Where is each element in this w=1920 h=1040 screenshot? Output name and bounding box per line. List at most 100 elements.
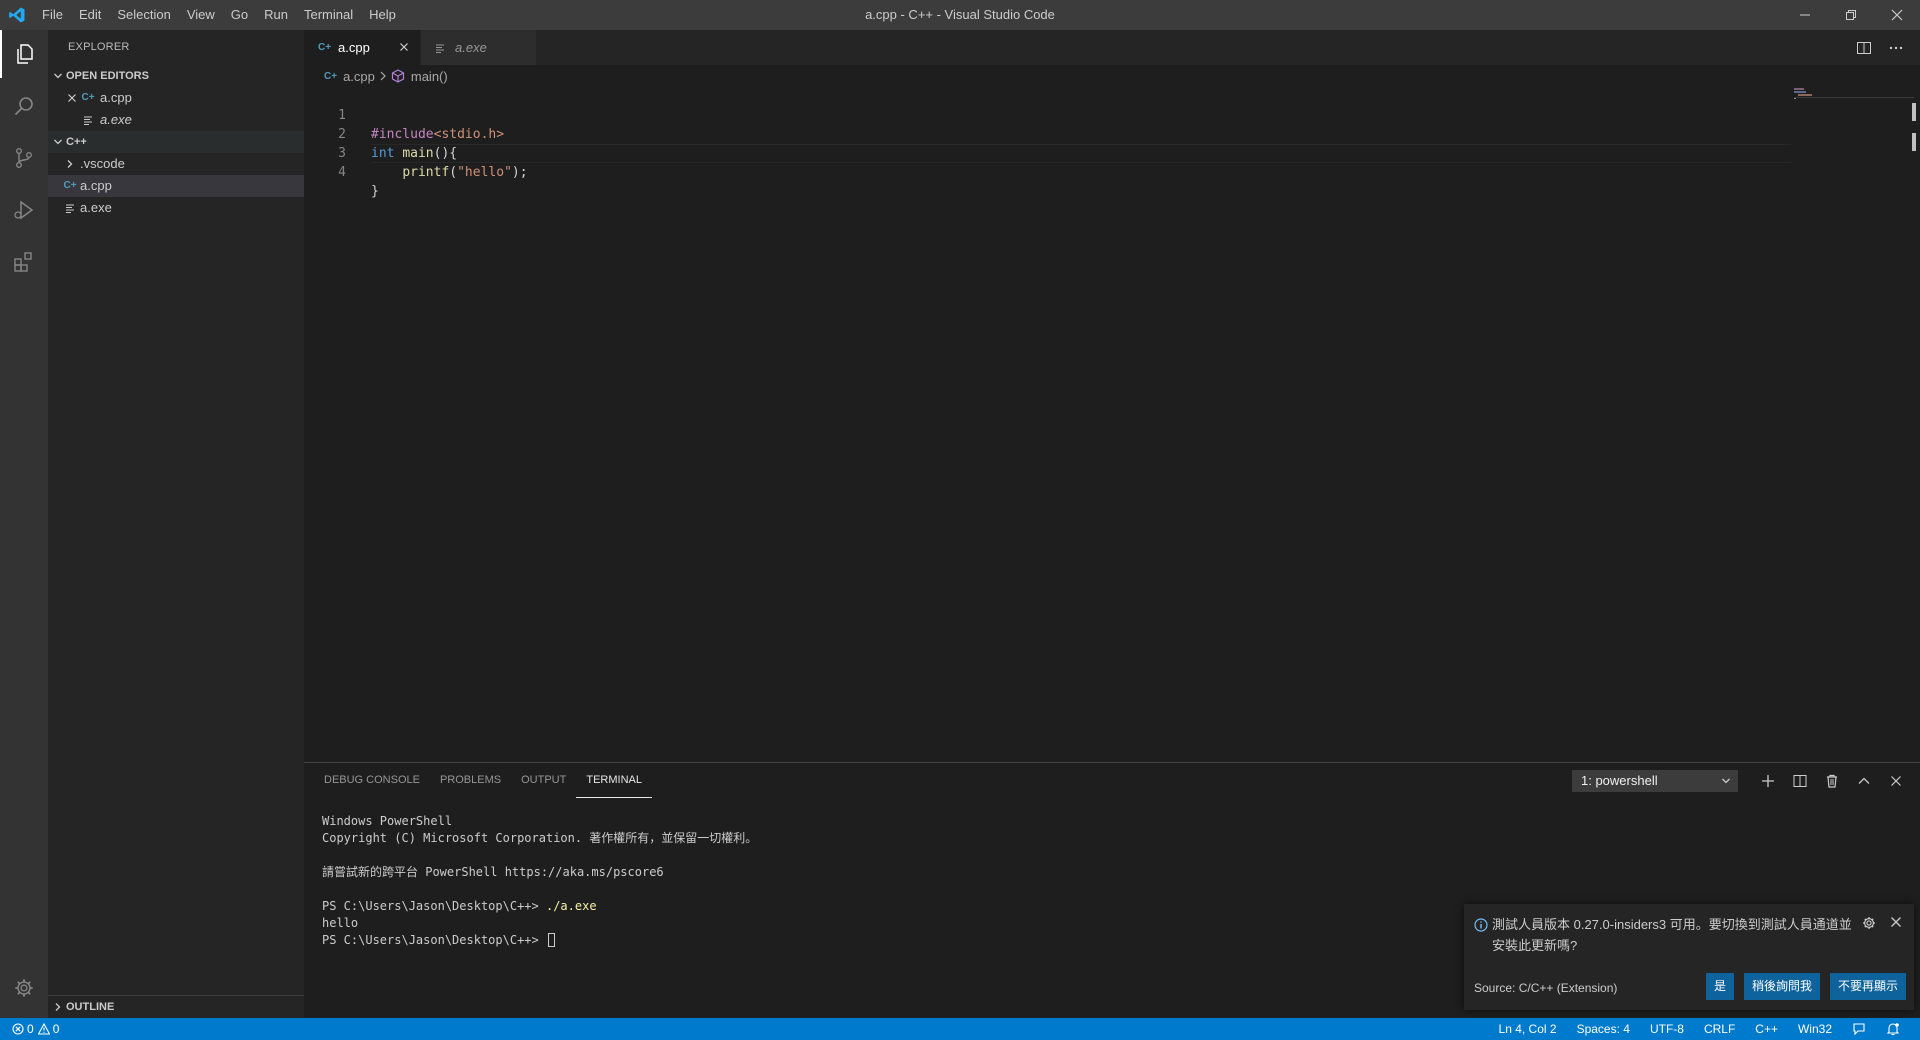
split-editor-button[interactable] [1848, 30, 1880, 65]
close-icon[interactable] [64, 87, 80, 109]
tab-debug-console[interactable]: DEBUG CONSOLE [314, 763, 430, 798]
menu-view[interactable]: View [179, 0, 223, 30]
vertical-scrollbar[interactable] [1906, 87, 1920, 762]
status-encoding[interactable]: UTF-8 [1640, 1018, 1694, 1040]
close-window-button[interactable] [1874, 0, 1920, 30]
bell-icon [1886, 1023, 1900, 1036]
new-terminal-button[interactable] [1752, 763, 1784, 798]
menu-selection[interactable]: Selection [109, 0, 178, 30]
notifications-button[interactable] [1876, 1022, 1910, 1036]
notification-dont-show-button[interactable]: 不要再顯示 [1829, 973, 1906, 1000]
code-line: 1 #include<stdio.h> [304, 87, 504, 142]
menu-help[interactable]: Help [361, 0, 404, 30]
status-platform[interactable]: Win32 [1788, 1018, 1842, 1040]
status-language[interactable]: C++ [1745, 1018, 1788, 1040]
binary-file-icon [435, 43, 449, 53]
open-editors-label: OPEN EDITORS [66, 70, 149, 82]
notification-settings-button[interactable] [1862, 916, 1876, 933]
info-icon [1474, 918, 1488, 935]
more-actions-button[interactable] [1880, 30, 1912, 65]
open-editor-label: a.cpp [100, 90, 132, 105]
header-token: <stdio.h> [433, 127, 505, 142]
update-notification: 測試人員版本 0.27.0-insiders3 可用。要切換到測試人員通道並安裝… [1464, 904, 1914, 1010]
activity-explorer[interactable] [0, 30, 48, 78]
feedback-icon [1853, 1023, 1865, 1036]
maximize-panel-button[interactable] [1848, 763, 1880, 798]
terminal-select[interactable]: 1: powershell [1572, 769, 1738, 792]
notification-yes-button[interactable]: 是 [1705, 973, 1734, 1000]
notification-source: Source: C/C++ (Extension) [1474, 981, 1618, 995]
menu-bar: File Edit Selection View Go Run Terminal… [34, 0, 404, 30]
menu-go[interactable]: Go [223, 0, 256, 30]
breadcrumb-file[interactable]: C+ a.cpp [324, 69, 375, 84]
menu-run[interactable]: Run [256, 0, 296, 30]
string-token: "hello" [457, 165, 512, 180]
activity-search[interactable] [0, 82, 48, 130]
close-panel-button[interactable] [1880, 763, 1912, 798]
breadcrumb-symbol[interactable]: main() [391, 69, 448, 84]
menu-file[interactable]: File [34, 0, 71, 30]
outline-header[interactable]: OUTLINE [48, 995, 306, 1018]
chevron-right-icon [50, 996, 66, 1018]
open-editors-header[interactable]: OPEN EDITORS [48, 65, 304, 87]
notification-close-button[interactable] [1890, 916, 1902, 931]
code-editor[interactable]: 1 #include<stdio.h> 2 int main(){ 3 prin… [304, 87, 1920, 762]
menu-terminal[interactable]: Terminal [296, 0, 361, 30]
status-indentation[interactable]: Spaces: 4 [1567, 1018, 1640, 1040]
activity-source-control[interactable] [0, 134, 48, 182]
punct-token: ); [511, 165, 528, 180]
method-cube-icon [391, 69, 405, 83]
activity-run-debug[interactable] [0, 186, 48, 234]
minimize-button[interactable] [1782, 0, 1828, 30]
tab-problems[interactable]: PROBLEMS [430, 763, 511, 798]
ellipsis-icon [1889, 46, 1903, 49]
notification-ask-later-button[interactable]: 稍後詢問我 [1743, 973, 1820, 1000]
tree-item-label: a.exe [80, 200, 112, 215]
cpp-file-icon: C+ [63, 180, 77, 191]
error-icon [12, 1023, 24, 1035]
tab-a-exe[interactable]: a.exe [420, 30, 536, 65]
split-terminal-button[interactable] [1784, 763, 1816, 798]
menu-edit[interactable]: Edit [71, 0, 109, 30]
cpp-file-icon: C+ [324, 70, 338, 82]
scrollbar-marker [1912, 103, 1916, 121]
notification-message: 測試人員版本 0.27.0-insiders3 可用。要切換到測試人員通道並安裝… [1492, 917, 1852, 953]
open-editor-item[interactable]: C+ a.cpp [48, 87, 304, 109]
error-count: 0 [27, 1022, 34, 1036]
punct-token: (){ [433, 146, 458, 161]
tab-a-cpp[interactable]: C+ a.cpp [304, 30, 420, 65]
tab-close-button[interactable] [396, 39, 412, 55]
scrollbar-marker [1912, 133, 1916, 151]
activity-extensions[interactable] [0, 238, 48, 286]
chevron-down-icon [1722, 778, 1730, 783]
folder-header[interactable]: C++ [48, 131, 304, 153]
code-line: 2 int main(){ [304, 106, 457, 161]
terminal-command-line: PS C:\Users\Jason\Desktop\C++> ./a.exe [322, 898, 757, 915]
plus-icon [1762, 774, 1774, 787]
chevron-down-icon [50, 65, 66, 87]
tree-item-a-cpp[interactable]: C+ a.cpp [48, 175, 304, 197]
tree-item-vscode-folder[interactable]: .vscode [48, 153, 304, 175]
cpp-file-icon: C+ [81, 92, 95, 103]
kill-terminal-button[interactable] [1816, 763, 1848, 798]
tab-label: a.cpp [338, 40, 370, 55]
panel-actions: 1: powershell [1572, 763, 1912, 798]
activity-manage[interactable] [0, 964, 48, 1012]
status-problems[interactable]: 0 0 [0, 1022, 59, 1036]
tab-output[interactable]: OUTPUT [511, 763, 576, 798]
minimap[interactable] [1794, 87, 1914, 762]
activity-bar [0, 30, 48, 1018]
chevron-down-icon [50, 131, 66, 153]
search-icon [14, 97, 33, 116]
status-cursor-position[interactable]: Ln 4, Col 2 [1489, 1018, 1567, 1040]
tree-item-a-exe[interactable]: a.exe [48, 197, 304, 219]
status-eol[interactable]: CRLF [1694, 1018, 1745, 1040]
tab-terminal[interactable]: TERMINAL [576, 763, 652, 798]
punct-token: } [371, 184, 379, 199]
terminal-line: Windows PowerShell [322, 814, 453, 828]
title-bar: File Edit Selection View Go Run Terminal… [0, 0, 1920, 30]
restore-button[interactable] [1828, 0, 1874, 30]
feedback-button[interactable] [1842, 1022, 1876, 1036]
open-editor-item[interactable]: a.exe [48, 109, 304, 131]
terminal-output[interactable]: Windows PowerShell Copyright (C) Microso… [322, 813, 757, 949]
